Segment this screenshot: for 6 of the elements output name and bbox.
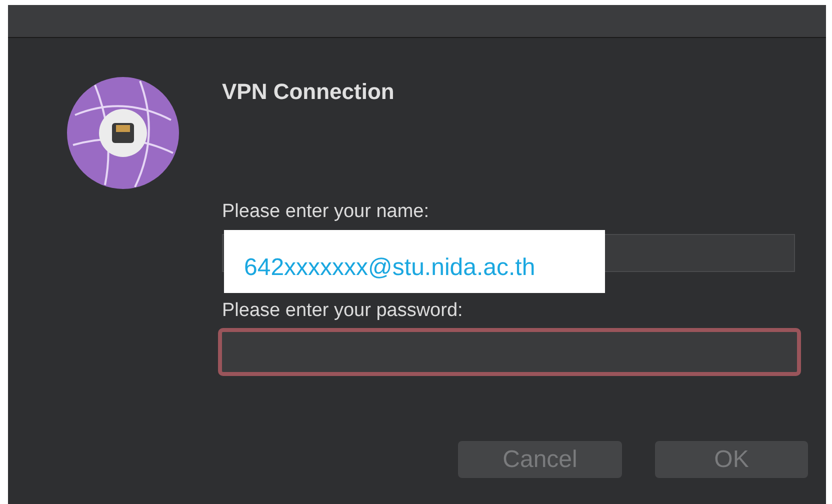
field-label: Please enter your name:: [222, 200, 430, 224]
annotation-tooltip: 642xxxxxxx@stu.nida.ac.th: [224, 230, 605, 293]
globe-network-icon: [65, 75, 181, 191]
input-field[interactable]: [218, 328, 801, 376]
field-label: Please enter your password:: [222, 299, 464, 323]
dialog-title: VPN Connection: [222, 78, 394, 106]
